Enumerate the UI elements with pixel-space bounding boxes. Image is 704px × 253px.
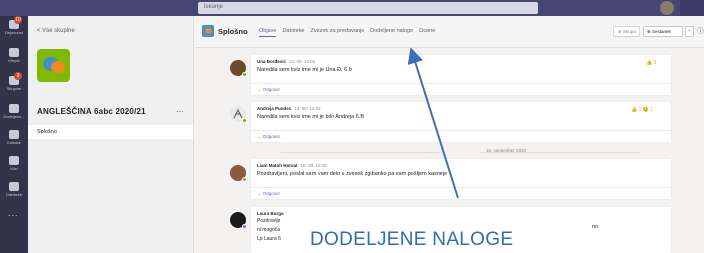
chat-icon (9, 48, 19, 57)
like-reactions[interactable]: 👍 3 (646, 60, 656, 66)
rail-calls[interactable]: Klici (0, 154, 28, 178)
search-input[interactable]: Iskanje (198, 2, 538, 14)
channel-logo-icon (202, 25, 214, 37)
app-rail: Dejavnost 10 Klepet Skupine 3 Dodeljene.… (0, 16, 28, 253)
truncated-text: no (592, 224, 599, 230)
reply-button[interactable]: ← Odgovor (251, 187, 671, 199)
tab-objave[interactable]: Objave (259, 28, 277, 37)
post: Andreja Pundec 14. 09. 14:43 Naredila sem… (251, 102, 671, 142)
rail-calendar[interactable]: Koledar (0, 128, 28, 152)
rail-more-button[interactable]: ... (8, 208, 19, 218)
post-time: 14. 09. 14:01 (289, 59, 316, 64)
all-teams-link[interactable]: < Vse skupine (37, 28, 75, 34)
tab-dodeljene-naloge[interactable]: Dodeljene naloge (370, 28, 413, 37)
post: Liam Matoh Horvat 15. 09. 10:26 Pozdravlj… (251, 159, 671, 199)
rail-activity[interactable]: Dejavnost 10 (0, 16, 28, 42)
avatar[interactable] (230, 212, 247, 229)
info-icon[interactable]: ⓘ (697, 26, 704, 36)
user-avatar[interactable] (660, 1, 674, 15)
rail-files[interactable]: Datoteke (0, 180, 28, 204)
notification-badge: 10 (14, 16, 22, 24)
avatar[interactable] (230, 106, 247, 123)
post-message-line: Pozdravlje (257, 218, 281, 224)
team-logo (37, 49, 70, 82)
avatar[interactable] (230, 60, 247, 77)
rail-chat[interactable]: Klepet (0, 46, 28, 70)
window-controls[interactable] (680, 0, 704, 16)
presence-icon (242, 118, 247, 123)
annotation-label: DODELJENE NALOGE (290, 226, 590, 253)
post-time: 15. 09. 10:26 (300, 163, 327, 168)
tab-datoteke[interactable]: Datoteke (282, 28, 304, 37)
reply-button[interactable]: ← Odgovor (251, 130, 671, 142)
calendar-icon (9, 130, 19, 139)
presence-icon (242, 72, 247, 77)
post-message: Naredila sem kviz ime mi je Una Đ. 6.b (257, 67, 352, 73)
reactions[interactable]: 👍 1 😟 1 (631, 107, 653, 113)
tab-ocene[interactable]: Ocene (419, 28, 435, 37)
meet-button[interactable]: ⊕ Sestanek (643, 26, 683, 37)
channel-header: Splošno Objave Datoteke Zvezek za predav… (195, 16, 704, 48)
rail-assignments[interactable]: Dodeljene... (0, 102, 28, 126)
team-name: ANGLEŠČINA 6abc 2020/21 (37, 107, 146, 116)
channel-item-splosno[interactable]: Splošno (28, 125, 193, 139)
team-more-button[interactable]: ... (176, 104, 184, 114)
presence-icon (242, 177, 247, 182)
chevron-down-icon[interactable]: ⌄ (685, 26, 694, 37)
team-panel: < Vse skupine ANGLEŠČINA 6abc 2020/21 ..… (28, 16, 194, 253)
post-message: Naredila sem kviz ime mi je bilo Andreja… (257, 114, 364, 120)
teams-badge: 3 (14, 72, 22, 80)
presence-icon (242, 224, 247, 229)
tab-zvezek[interactable]: Zvezek za predavanje (310, 28, 364, 37)
post-message: Pozdravljeni, poslal sem vam delo v zvez… (257, 171, 448, 177)
post: Una Đorđević 14. 09. 14:01 Naredila sem k… (251, 55, 671, 95)
channel-title: Splošno (218, 27, 248, 36)
assignments-icon (9, 104, 19, 113)
date-separator: 15. september 2020 (251, 148, 671, 156)
top-bar: Iskanje (0, 0, 704, 16)
channel-tabs: Objave Datoteke Zvezek za predavanje Dod… (259, 28, 435, 37)
conversation-feed: Una Đorđević 14. 09. 14:01 Naredila sem k… (195, 49, 704, 253)
reply-button[interactable]: ← Odgovor (251, 83, 671, 95)
files-icon (9, 182, 19, 191)
post-time: 14. 09. 14:43 (294, 106, 321, 111)
avatar[interactable] (230, 165, 247, 182)
calls-icon (9, 156, 19, 165)
post-author: Laura Burga (257, 211, 284, 216)
team-logo-bubble-orange (51, 61, 65, 73)
meet-now-small-button[interactable]: ⊕ Skupa (613, 26, 640, 37)
rail-teams[interactable]: Skupine 3 (0, 72, 28, 98)
post-author: Liam Matoh Horvat (257, 163, 298, 168)
post-author: Una Đorđević (257, 59, 287, 64)
post-author: Andreja Pundec (257, 106, 292, 111)
